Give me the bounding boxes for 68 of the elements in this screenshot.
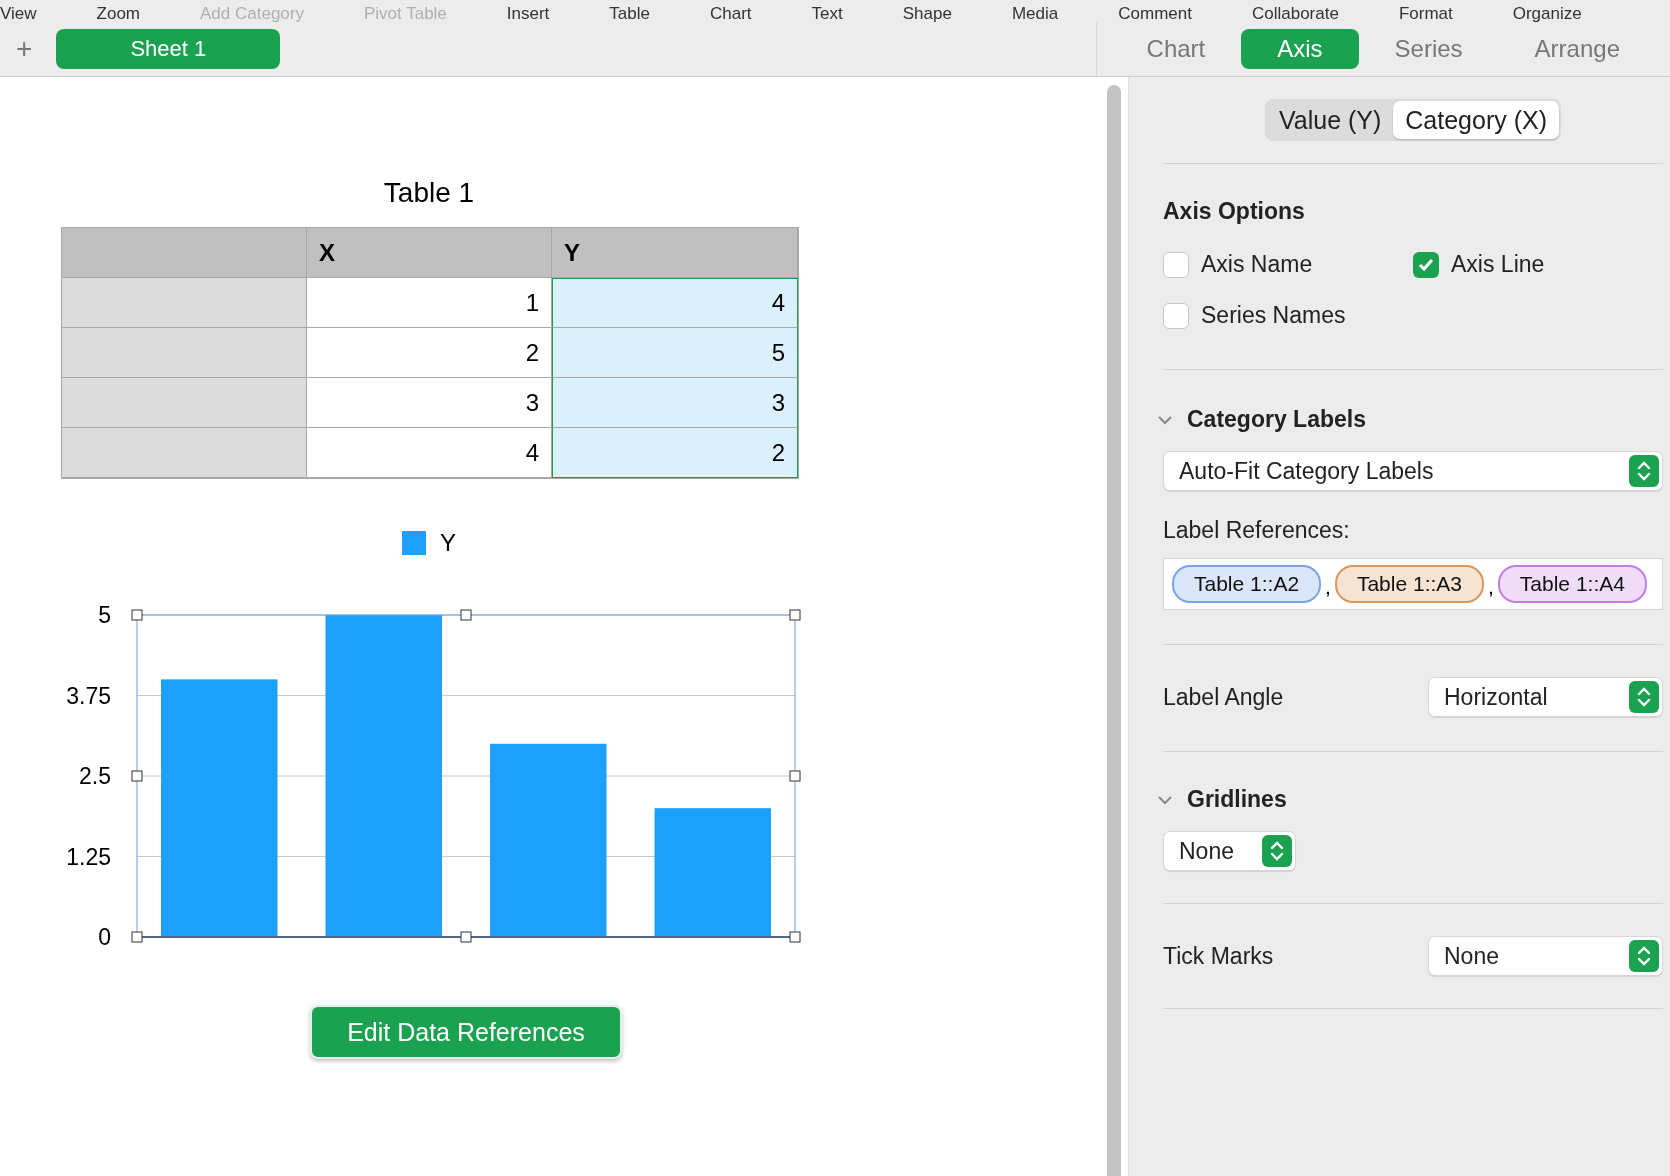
tick-marks-popup[interactable]: None xyxy=(1428,936,1663,976)
inspector-tab[interactable]: Chart xyxy=(1110,29,1242,69)
toolbar-item[interactable]: Shape xyxy=(902,5,952,22)
field-label: Label References: xyxy=(1163,517,1351,544)
table-cell: 3 xyxy=(307,378,552,428)
checkbox[interactable]: Axis Line xyxy=(1413,251,1663,278)
legend-label: Y xyxy=(440,529,456,557)
y-axis-label: 3.75 xyxy=(66,682,111,709)
segment-button[interactable]: Category (X) xyxy=(1393,101,1560,139)
inspector-tab[interactable]: Series xyxy=(1358,29,1499,69)
toolbar-item[interactable]: Insert xyxy=(506,5,550,22)
checkbox-checked-icon[interactable] xyxy=(1413,251,1439,278)
checkbox-empty-icon[interactable] xyxy=(1163,302,1189,329)
header-cell: X xyxy=(307,228,552,278)
toolbar-item[interactable]: Collaborate xyxy=(1251,5,1339,22)
category-labels-popup[interactable]: Auto-Fit Category Labels xyxy=(1163,451,1663,491)
segment-button[interactable]: Value (Y) xyxy=(1266,101,1394,139)
chevron-icon xyxy=(1157,414,1173,425)
y-axis-label: 0 xyxy=(98,924,111,950)
reference-token[interactable]: Table 1::A3 xyxy=(1334,565,1484,603)
table-cell: 4 xyxy=(307,428,552,478)
checkbox-label: Series Names xyxy=(1201,302,1346,329)
chevron-icon xyxy=(1157,794,1173,805)
token-field[interactable]: Table 1::A2 , Table 1::A3 , Table 1::A4 xyxy=(1163,558,1663,610)
separator-text: , xyxy=(1325,575,1331,600)
table-cell: 2 xyxy=(552,428,798,478)
disclosure-heading[interactable]: Gridlines xyxy=(1157,786,1663,813)
table-cell: 3 xyxy=(552,378,798,428)
stepper-icon xyxy=(1629,455,1659,487)
reference-token[interactable]: Table 1::A4 xyxy=(1497,565,1647,603)
reference-token[interactable]: Table 1::A2 xyxy=(1172,565,1322,603)
selection-frame-drawing[interactable] xyxy=(131,609,801,943)
toolbar-item[interactable]: Text xyxy=(811,5,843,22)
toolbar-item[interactable]: Organize xyxy=(1512,5,1582,22)
inspector-tab[interactable]: Arrange xyxy=(1498,29,1656,69)
toolbar-item[interactable]: Table xyxy=(609,5,650,22)
stepper-icon xyxy=(1629,681,1659,713)
toolbar-item[interactable]: Format xyxy=(1398,5,1453,22)
table-cell: 1 xyxy=(307,278,552,328)
toolbar-item[interactable]: View xyxy=(0,5,37,22)
toolbar-item[interactable]: Media xyxy=(1011,5,1059,22)
field-label: Tick Marks xyxy=(1163,942,1274,970)
disclosure-heading[interactable]: Category Labels xyxy=(1157,406,1663,433)
header-cell: Y xyxy=(552,228,798,278)
add-sheet-button[interactable]: + xyxy=(16,33,33,65)
stepper-icon xyxy=(1629,940,1659,972)
toolbar-item[interactable]: Comment xyxy=(1118,5,1192,22)
label-angle-popup[interactable]: Horizontal xyxy=(1428,677,1663,717)
checkbox[interactable]: Axis Name xyxy=(1163,251,1413,278)
table-title: Table 1 xyxy=(382,177,476,209)
toolbar-item[interactable]: Chart xyxy=(710,5,752,22)
field-label: Label Angle xyxy=(1163,683,1284,711)
separator-text: , xyxy=(1488,575,1494,600)
y-axis-label: 2.5 xyxy=(79,763,111,789)
checkbox-label: Axis Line xyxy=(1451,251,1545,278)
checkbox-label: Axis Name xyxy=(1201,251,1313,278)
stepper-icon xyxy=(1262,835,1292,867)
table-cell: 2 xyxy=(307,328,552,378)
table-cell: 5 xyxy=(552,328,798,378)
table-cell: 4 xyxy=(552,278,798,328)
gridlines-popup[interactable]: None xyxy=(1163,831,1296,871)
checkbox[interactable]: Series Names xyxy=(1163,302,1413,329)
checkbox-empty-icon[interactable] xyxy=(1163,251,1189,278)
toolbar-item[interactable]: Zoom xyxy=(96,5,140,22)
y-axis-label: 1.25 xyxy=(66,843,111,870)
y-axis-label: 5 xyxy=(98,602,111,628)
section-title: Axis Options xyxy=(1163,198,1306,225)
scrollbar-thumb[interactable] xyxy=(1107,85,1121,1176)
